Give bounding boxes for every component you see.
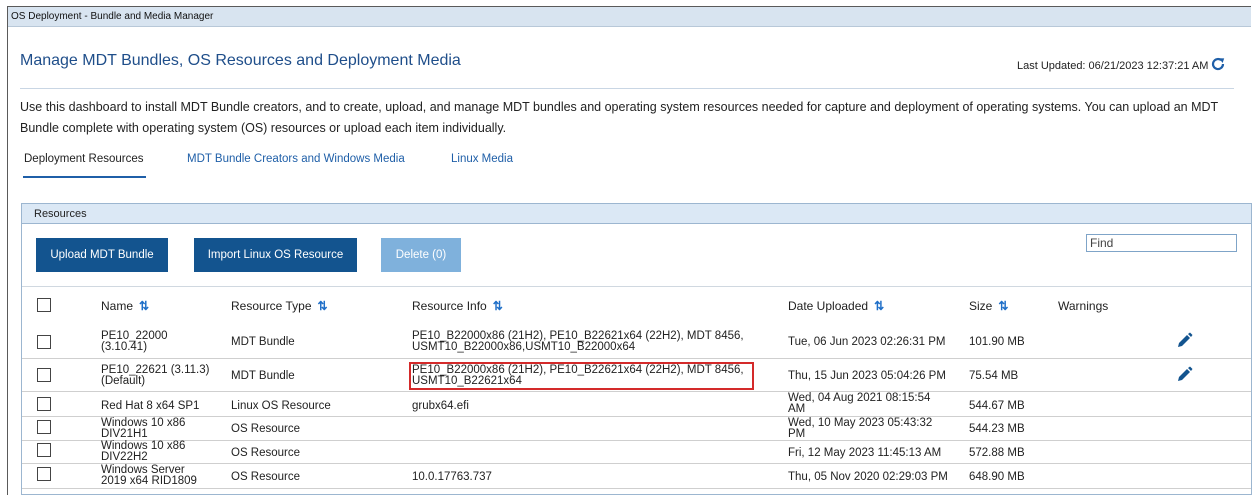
panel-title: Resources [22,204,1251,224]
sort-icon[interactable]: ⇅ [874,299,884,313]
header-divider [20,88,1234,89]
row-name: Red Hat 8 x64 SP1 [101,400,200,412]
delete-button[interactable]: Delete (0) [381,238,461,272]
last-updated-text: Last Updated: 06/21/2023 12:37:21 AM [1017,60,1209,72]
row-info: grubx64.efi [412,400,469,412]
active-tab-indicator [23,176,146,178]
row-info: PE10_B22000x86 (21H2), PE10_B22621x64 (2… [412,330,744,353]
refresh-icon[interactable] [1210,56,1226,72]
sort-icon[interactable]: ⇅ [998,299,1008,313]
row-divider [22,416,1251,417]
row-date: Wed, 10 May 2023 05:43:32 PM [788,417,933,440]
row-info: 10.0.17763.737 [412,471,492,483]
resources-panel: Resources Upload MDT Bundle Import Linux… [21,203,1252,495]
row-name: PE10_22621 (3.11.3) (Default) [101,364,210,387]
row-divider [22,358,1251,359]
column-header-name[interactable]: Name ⇅ [101,299,149,313]
window-title-bar: OS Deployment - Bundle and Media Manager [8,7,1251,27]
column-header-warnings: Warnings [1058,299,1109,313]
row-type: Linux OS Resource [231,400,331,412]
header-separator [22,286,1251,287]
row-type: OS Resource [231,447,301,459]
row-date: Tue, 06 Jun 2023 02:26:31 PM [788,336,946,348]
row-name: Windows Server 2019 x64 RID1809 [101,464,197,487]
row-checkbox[interactable] [37,443,51,457]
upload-mdt-bundle-button[interactable]: Upload MDT Bundle [36,238,168,272]
sort-icon[interactable]: ⇅ [493,299,503,313]
row-divider [22,440,1251,441]
row-checkbox[interactable] [37,397,51,411]
row-size: 75.54 MB [969,370,1019,382]
column-header-date-uploaded[interactable]: Date Uploaded ⇅ [788,299,884,313]
row-type: MDT Bundle [231,370,295,382]
tab-linux-media[interactable]: Linux Media [451,153,513,165]
row-date: Fri, 12 May 2023 11:45:13 AM [788,447,942,459]
resource-info-highlight [409,362,754,390]
edit-icon[interactable] [1175,332,1193,350]
tab-mdt-bundle-creators[interactable]: MDT Bundle Creators and Windows Media [187,153,405,165]
row-date: Thu, 05 Nov 2020 02:29:03 PM [788,471,948,483]
row-name: Windows 10 x86 DIV21H1 [101,417,186,440]
column-header-resource-info[interactable]: Resource Info ⇅ [412,299,503,313]
column-header-size[interactable]: Size ⇅ [969,299,1008,313]
page-title: Manage MDT Bundles, OS Resources and Dep… [20,52,461,69]
row-checkbox[interactable] [37,420,51,434]
select-all-checkbox[interactable] [37,298,51,312]
tab-deployment-resources[interactable]: Deployment Resources [24,153,144,165]
find-input[interactable] [1086,234,1237,252]
row-size: 544.23 MB [969,423,1025,435]
row-date: Thu, 15 Jun 2023 05:04:26 PM [788,370,946,382]
row-size: 648.90 MB [969,471,1025,483]
row-name: PE10_22000 (3.10.41) [101,330,168,353]
column-label: Name [101,299,134,313]
column-label: Date Uploaded [788,299,869,313]
import-linux-os-resource-button[interactable]: Import Linux OS Resource [194,238,357,272]
sort-icon[interactable]: ⇅ [139,299,149,313]
row-divider [22,463,1251,464]
edit-icon[interactable] [1175,366,1193,384]
row-size: 544.67 MB [969,400,1025,412]
row-size: 572.88 MB [969,447,1025,459]
row-divider [22,391,1251,392]
row-type: OS Resource [231,471,301,483]
row-type: OS Resource [231,423,301,435]
column-header-resource-type[interactable]: Resource Type ⇅ [231,299,328,313]
column-label: Resource Info [412,299,487,313]
row-name: Windows 10 x86 DIV22H2 [101,440,186,463]
row-date: Wed, 04 Aug 2021 08:15:54 AM [788,392,931,415]
row-divider [22,488,1251,489]
column-label: Size [969,299,993,313]
column-label: Resource Type [231,299,312,313]
row-checkbox[interactable] [37,467,51,481]
sort-icon[interactable]: ⇅ [318,299,328,313]
page-description: Use this dashboard to install MDT Bundle… [20,100,1218,135]
row-checkbox[interactable] [37,335,51,349]
row-size: 101.90 MB [969,336,1025,348]
row-type: MDT Bundle [231,336,295,348]
row-checkbox[interactable] [37,368,51,382]
